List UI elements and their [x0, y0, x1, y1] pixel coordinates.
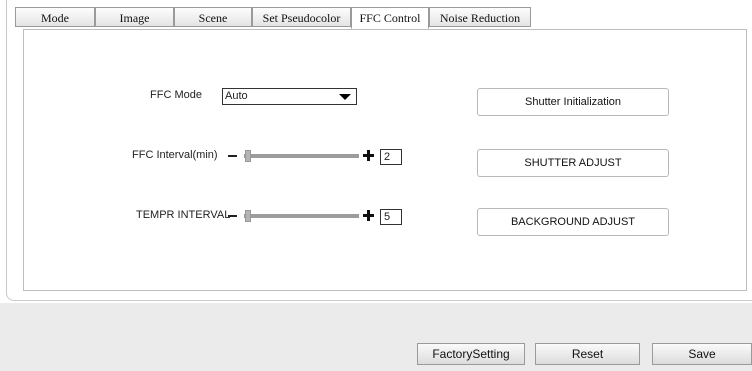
tab-set-pseudocolor[interactable]: Set Pseudocolor [252, 7, 351, 27]
tab-mode[interactable]: Mode [15, 7, 95, 27]
reset-button[interactable]: Reset [535, 343, 640, 365]
tempr-interval-minus-icon[interactable] [228, 215, 237, 217]
factory-setting-button[interactable]: FactorySetting [417, 343, 525, 365]
dropdown-arrow-icon [339, 94, 351, 100]
tab-ffc-control[interactable]: FFC Control [351, 7, 429, 29]
ffc-interval-input[interactable]: 2 [380, 149, 402, 165]
shutter-initialization-button[interactable]: Shutter Initialization [477, 88, 669, 116]
tab-noise-reduction[interactable]: Noise Reduction [429, 7, 531, 27]
ffc-mode-value: Auto [225, 90, 248, 102]
tempr-interval-input[interactable]: 5 [380, 209, 402, 225]
footer-bar: FactorySetting Reset Save [0, 303, 752, 371]
tab-scene[interactable]: Scene [174, 7, 252, 27]
save-button[interactable]: Save [652, 343, 752, 365]
ffc-mode-label: FFC Mode [150, 89, 202, 101]
tempr-interval-label: TEMPR INTERVAL [136, 209, 231, 221]
ffc-interval-plus-icon[interactable] [363, 150, 374, 161]
ffc-interval-minus-icon[interactable] [228, 155, 237, 157]
shutter-adjust-button[interactable]: SHUTTER ADJUST [477, 149, 669, 177]
tab-image[interactable]: Image [95, 7, 174, 27]
ffc-interval-slider-thumb[interactable] [245, 150, 251, 162]
tempr-interval-slider-thumb[interactable] [245, 210, 251, 222]
tempr-interval-slider-track[interactable] [244, 214, 359, 218]
ffc-interval-slider-track[interactable] [244, 154, 359, 158]
background-adjust-button[interactable]: BACKGROUND ADJUST [477, 208, 669, 236]
tempr-interval-plus-icon[interactable] [363, 210, 374, 221]
ffc-mode-select[interactable]: Auto [222, 88, 357, 105]
ffc-interval-label: FFC Interval(min) [132, 149, 218, 161]
